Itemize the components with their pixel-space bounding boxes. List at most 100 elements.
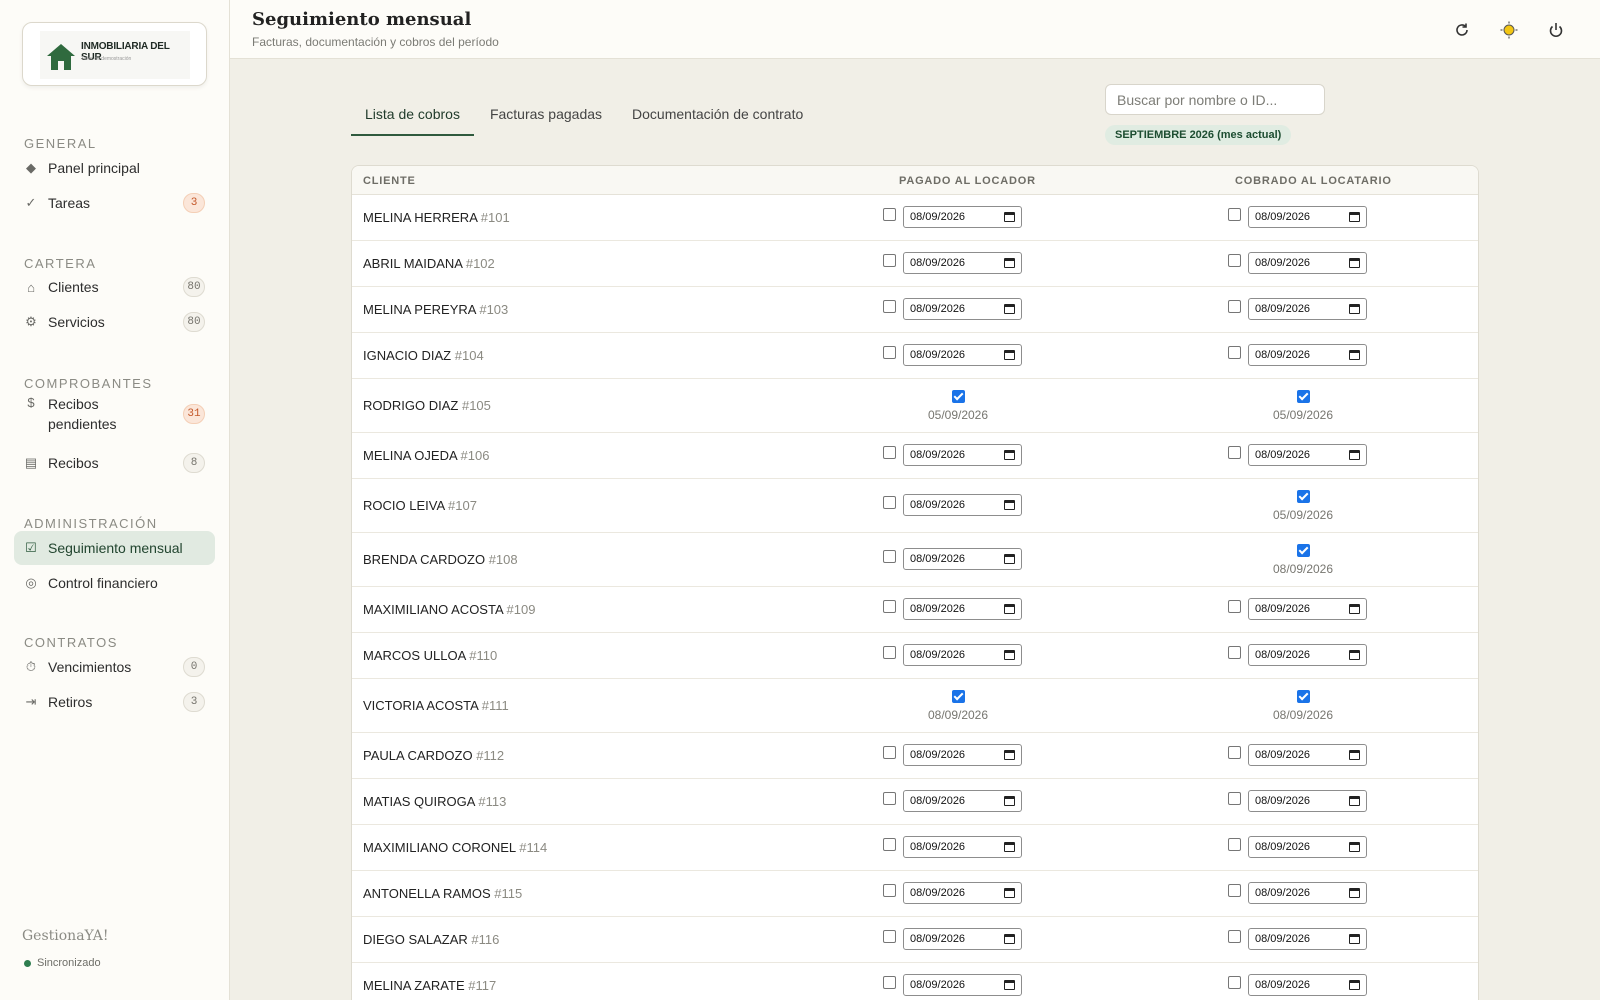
calendar-icon[interactable] — [1004, 450, 1015, 460]
sidebar-item-tareas[interactable]: ✓ Tareas 3 — [14, 186, 215, 220]
locatario-date-input[interactable]: 08/09/2026 — [1248, 744, 1367, 766]
calendar-icon[interactable] — [1349, 212, 1360, 222]
sidebar-item-clientes[interactable]: ⌂ Clientes 80 — [14, 270, 215, 304]
locador-paid-checkbox[interactable] — [951, 690, 965, 703]
locador-date-input[interactable]: 08/09/2026 — [903, 444, 1022, 466]
calendar-icon[interactable] — [1004, 554, 1015, 564]
locador-paid-checkbox[interactable] — [883, 253, 896, 267]
calendar-icon[interactable] — [1349, 842, 1360, 852]
locador-paid-checkbox[interactable] — [883, 791, 896, 805]
tab-documentación-de-contrato[interactable]: Documentación de contrato — [618, 100, 817, 136]
locatario-paid-checkbox[interactable] — [1228, 299, 1241, 313]
calendar-icon[interactable] — [1004, 842, 1015, 852]
calendar-icon[interactable] — [1004, 304, 1015, 314]
calendar-icon[interactable] — [1004, 796, 1015, 806]
locatario-paid-checkbox[interactable] — [1228, 207, 1241, 221]
sidebar-item-seguimiento-mensual[interactable]: ☑ Seguimiento mensual — [14, 531, 215, 565]
calendar-icon[interactable] — [1004, 350, 1015, 360]
locatario-paid-checkbox[interactable] — [1296, 690, 1310, 703]
company-logo[interactable]: INMOBILIARIA DEL SUR Taller de demostrac… — [22, 22, 207, 86]
locador-paid-checkbox[interactable] — [883, 549, 896, 563]
locatario-date-input[interactable]: 08/09/2026 — [1248, 598, 1367, 620]
locador-paid-checkbox[interactable] — [883, 929, 896, 943]
locatario-date-input[interactable]: 08/09/2026 — [1248, 974, 1367, 996]
tab-lista-de-cobros[interactable]: Lista de cobros — [351, 100, 474, 136]
locador-date-input[interactable]: 08/09/2026 — [903, 598, 1022, 620]
calendar-icon[interactable] — [1349, 650, 1360, 660]
locatario-date-input[interactable]: 08/09/2026 — [1248, 444, 1367, 466]
locador-paid-checkbox[interactable] — [883, 837, 896, 851]
locatario-date-input[interactable]: 08/09/2026 — [1248, 882, 1367, 904]
locador-date-input[interactable]: 08/09/2026 — [903, 928, 1022, 950]
locador-paid-checkbox[interactable] — [883, 445, 896, 459]
calendar-icon[interactable] — [1349, 304, 1360, 314]
calendar-icon[interactable] — [1004, 212, 1015, 222]
locatario-paid-checkbox[interactable] — [1228, 445, 1241, 459]
locatario-paid-checkbox[interactable] — [1296, 544, 1310, 557]
calendar-icon[interactable] — [1349, 934, 1360, 944]
logout-button[interactable] — [1544, 18, 1568, 42]
locatario-paid-checkbox[interactable] — [1228, 253, 1241, 267]
locatario-paid-checkbox[interactable] — [1296, 390, 1310, 403]
locador-paid-checkbox[interactable] — [883, 599, 896, 613]
locador-date-input[interactable]: 08/09/2026 — [903, 298, 1022, 320]
search-input[interactable] — [1105, 84, 1325, 115]
calendar-icon[interactable] — [1004, 500, 1015, 510]
sidebar-item-retiros[interactable]: ⇥ Retiros 3 — [14, 685, 215, 719]
calendar-icon[interactable] — [1004, 934, 1015, 944]
calendar-icon[interactable] — [1349, 450, 1360, 460]
locatario-paid-checkbox[interactable] — [1228, 929, 1241, 943]
sidebar-item-recibos[interactable]: ▤ Recibos 8 — [14, 446, 215, 480]
locador-paid-checkbox[interactable] — [883, 495, 896, 509]
locatario-date-input[interactable]: 08/09/2026 — [1248, 206, 1367, 228]
locador-paid-checkbox[interactable] — [883, 207, 896, 221]
sidebar-item-servicios[interactable]: ⚙ Servicios 80 — [14, 305, 215, 339]
locador-paid-checkbox[interactable] — [883, 883, 896, 897]
locatario-date-input[interactable]: 08/09/2026 — [1248, 252, 1367, 274]
calendar-icon[interactable] — [1004, 750, 1015, 760]
calendar-icon[interactable] — [1004, 980, 1015, 990]
locatario-date-input[interactable]: 08/09/2026 — [1248, 298, 1367, 320]
calendar-icon[interactable] — [1004, 258, 1015, 268]
locador-date-input[interactable]: 08/09/2026 — [903, 494, 1022, 516]
locatario-date-input[interactable]: 08/09/2026 — [1248, 344, 1367, 366]
locador-date-input[interactable]: 08/09/2026 — [903, 836, 1022, 858]
locador-date-input[interactable]: 08/09/2026 — [903, 252, 1022, 274]
locatario-paid-checkbox[interactable] — [1228, 599, 1241, 613]
sidebar-item-panel-principal[interactable]: ◆ Panel principal — [14, 151, 215, 185]
calendar-icon[interactable] — [1004, 650, 1015, 660]
locador-date-input[interactable]: 08/09/2026 — [903, 882, 1022, 904]
locador-paid-checkbox[interactable] — [883, 745, 896, 759]
refresh-button[interactable] — [1450, 18, 1474, 42]
locatario-paid-checkbox[interactable] — [1228, 345, 1241, 359]
locador-date-input[interactable]: 08/09/2026 — [903, 548, 1022, 570]
locador-paid-checkbox[interactable] — [883, 345, 896, 359]
locador-paid-checkbox[interactable] — [883, 645, 896, 659]
sidebar-item-control-financiero[interactable]: ◎ Control financiero — [14, 566, 215, 600]
calendar-icon[interactable] — [1349, 750, 1360, 760]
calendar-icon[interactable] — [1349, 258, 1360, 268]
locador-date-input[interactable]: 08/09/2026 — [903, 206, 1022, 228]
calendar-icon[interactable] — [1004, 888, 1015, 898]
locador-date-input[interactable]: 08/09/2026 — [903, 644, 1022, 666]
locador-paid-checkbox[interactable] — [951, 390, 965, 403]
locatario-paid-checkbox[interactable] — [1296, 490, 1310, 503]
locador-date-input[interactable]: 08/09/2026 — [903, 974, 1022, 996]
locatario-paid-checkbox[interactable] — [1228, 837, 1241, 851]
theme-toggle-button[interactable] — [1497, 18, 1521, 42]
locatario-paid-checkbox[interactable] — [1228, 745, 1241, 759]
locatario-date-input[interactable]: 08/09/2026 — [1248, 644, 1367, 666]
locatario-date-input[interactable]: 08/09/2026 — [1248, 836, 1367, 858]
locador-paid-checkbox[interactable] — [883, 299, 896, 313]
sidebar-item-vencimientos[interactable]: ⏱ Vencimientos 0 — [14, 650, 215, 684]
locatario-paid-checkbox[interactable] — [1228, 883, 1241, 897]
locatario-date-input[interactable]: 08/09/2026 — [1248, 790, 1367, 812]
sidebar-item-recibos-pendientes[interactable]: $ Recibos pendientes 31 — [14, 392, 215, 436]
calendar-icon[interactable] — [1004, 604, 1015, 614]
locatario-paid-checkbox[interactable] — [1228, 645, 1241, 659]
tab-facturas-pagadas[interactable]: Facturas pagadas — [476, 100, 616, 136]
locador-date-input[interactable]: 08/09/2026 — [903, 344, 1022, 366]
calendar-icon[interactable] — [1349, 888, 1360, 898]
locador-date-input[interactable]: 08/09/2026 — [903, 744, 1022, 766]
locador-date-input[interactable]: 08/09/2026 — [903, 790, 1022, 812]
